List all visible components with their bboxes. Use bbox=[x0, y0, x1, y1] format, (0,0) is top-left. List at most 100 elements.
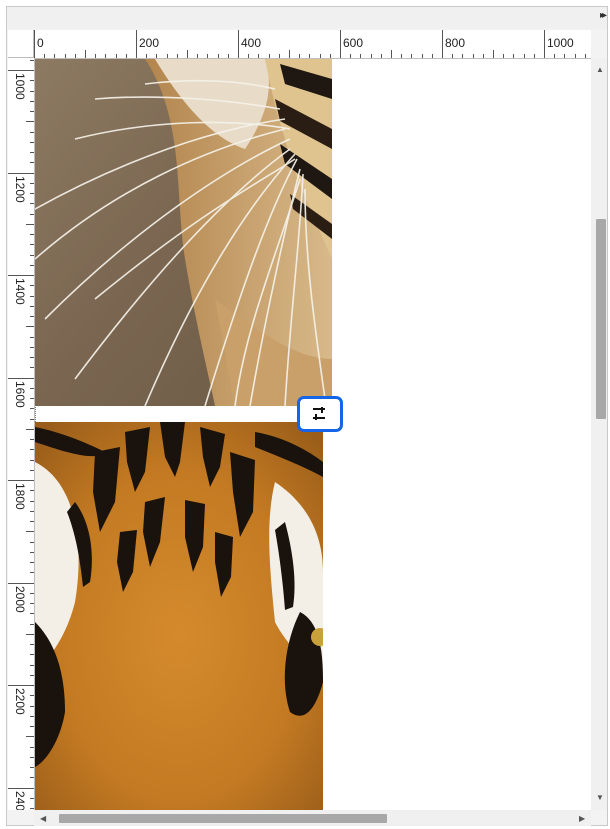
ruler-v-label: 1600 bbox=[13, 380, 27, 408]
scroll-left-icon[interactable]: ◀ bbox=[40, 814, 46, 823]
ruler-tick bbox=[207, 54, 209, 58]
ruler-tick bbox=[30, 193, 34, 194]
ruler-tick bbox=[493, 50, 494, 58]
ruler-tick bbox=[26, 633, 34, 635]
ruler-tick bbox=[360, 54, 362, 58]
ruler-tick bbox=[26, 428, 34, 430]
ruler-tick bbox=[30, 808, 34, 809]
ruler-tick bbox=[278, 54, 280, 58]
ruler-tick bbox=[30, 695, 34, 697]
ruler-tick bbox=[30, 346, 34, 348]
ruler-tick bbox=[329, 54, 331, 58]
ruler-tick bbox=[30, 285, 34, 287]
ruler-tick bbox=[95, 54, 97, 58]
ruler-tick bbox=[8, 275, 34, 276]
ruler-tick bbox=[30, 541, 34, 543]
ruler-tick bbox=[248, 54, 250, 58]
ruler-tick bbox=[197, 54, 199, 58]
ruler-tick bbox=[30, 59, 34, 61]
ruler-tick bbox=[30, 767, 34, 768]
ruler-tick bbox=[30, 254, 34, 256]
ruler-h-label: 200 bbox=[139, 36, 160, 50]
page-split-handle-icon bbox=[313, 407, 325, 420]
ruler-h-label: 400 bbox=[241, 36, 262, 50]
ruler-tick bbox=[319, 54, 321, 58]
top-toolbar bbox=[7, 7, 607, 29]
ruler-tick bbox=[30, 316, 34, 317]
ruler-tick bbox=[227, 54, 229, 58]
ruler-tick bbox=[30, 162, 34, 164]
ruler-tick bbox=[30, 705, 34, 707]
ruler-tick bbox=[30, 715, 34, 717]
ruler-tick bbox=[30, 613, 34, 615]
ruler-tick bbox=[26, 736, 34, 738]
ruler-tick bbox=[30, 398, 34, 399]
ruler-tick bbox=[8, 480, 34, 481]
scroll-down-icon[interactable]: ▼ bbox=[596, 793, 604, 802]
ruler-tick bbox=[30, 726, 34, 727]
ruler-tick bbox=[350, 54, 352, 58]
ruler-tick bbox=[30, 756, 34, 758]
ruler-tick bbox=[30, 203, 34, 205]
ruler-tick bbox=[54, 54, 56, 58]
vertical-ruler: 1000 1200 1400 1600 1800 2000 2200 2400 bbox=[8, 58, 35, 810]
ruler-tick bbox=[584, 54, 586, 58]
ruler-tick bbox=[30, 449, 34, 451]
ruler-tick bbox=[217, 54, 219, 58]
ruler-v-label: 2400 bbox=[13, 790, 27, 811]
ruler-v-label: 1800 bbox=[13, 483, 27, 510]
ruler-tick bbox=[74, 54, 76, 58]
ruler-tick bbox=[30, 367, 34, 369]
ruler-tick bbox=[472, 54, 474, 58]
ruler-tick bbox=[452, 54, 454, 58]
scroll-right-icon[interactable]: ▶ bbox=[579, 814, 585, 823]
ruler-tick bbox=[125, 54, 127, 58]
page-split-handle[interactable] bbox=[297, 396, 343, 432]
ruler-tick bbox=[30, 439, 34, 440]
ruler-tick bbox=[574, 54, 576, 58]
ruler-tick bbox=[30, 562, 34, 563]
ruler-corner bbox=[8, 30, 34, 58]
ruler-tick bbox=[8, 172, 34, 174]
ruler-tick bbox=[30, 387, 34, 389]
ruler-tick bbox=[44, 54, 46, 58]
ruler-h-label: 600 bbox=[343, 36, 364, 50]
vertical-scroll-thumb[interactable] bbox=[596, 219, 606, 419]
vertical-scrollbar[interactable]: ▲ ▼ bbox=[591, 59, 607, 810]
ruler-tick bbox=[30, 408, 34, 410]
ruler-tick bbox=[30, 244, 34, 246]
ruler-tick bbox=[30, 131, 34, 133]
ruler-tick bbox=[30, 551, 34, 553]
ruler-tick bbox=[30, 746, 34, 748]
ruler-tick bbox=[8, 685, 34, 686]
ruler-tick bbox=[421, 54, 423, 58]
horizontal-scrollbar[interactable]: ◀ ▶ bbox=[34, 810, 591, 826]
ruler-tick bbox=[187, 50, 188, 58]
ruler-tick bbox=[30, 182, 34, 184]
tiger-face-photo bbox=[35, 422, 323, 810]
scroll-up-icon[interactable]: ▲ bbox=[596, 65, 604, 74]
ruler-tick bbox=[30, 100, 34, 102]
ruler-tick bbox=[146, 54, 148, 58]
ruler-tick bbox=[503, 54, 505, 58]
ruler-v-label: 1200 bbox=[13, 175, 27, 203]
ruler-tick bbox=[30, 623, 34, 625]
ruler-tick bbox=[482, 54, 484, 58]
ruler-tick bbox=[30, 111, 34, 112]
double-chevron-right-icon[interactable]: ▸▸ bbox=[600, 10, 607, 21]
horizontal-scroll-thumb[interactable] bbox=[59, 814, 387, 823]
ruler-v-label: 2000 bbox=[13, 585, 27, 613]
ruler-tick bbox=[26, 121, 34, 123]
ruler-tick bbox=[431, 54, 433, 58]
ruler-tick bbox=[30, 490, 34, 492]
ruler-tick bbox=[30, 797, 34, 799]
ruler-tick bbox=[8, 582, 34, 584]
ruler-tick bbox=[30, 213, 34, 215]
ruler-tick bbox=[30, 664, 34, 666]
ruler-tick bbox=[30, 500, 34, 502]
ruler-tick bbox=[391, 50, 392, 58]
ruler-tick bbox=[30, 357, 34, 358]
ruler-tick bbox=[30, 80, 34, 82]
ruler-tick bbox=[401, 54, 403, 58]
ruler-tick bbox=[30, 234, 34, 235]
